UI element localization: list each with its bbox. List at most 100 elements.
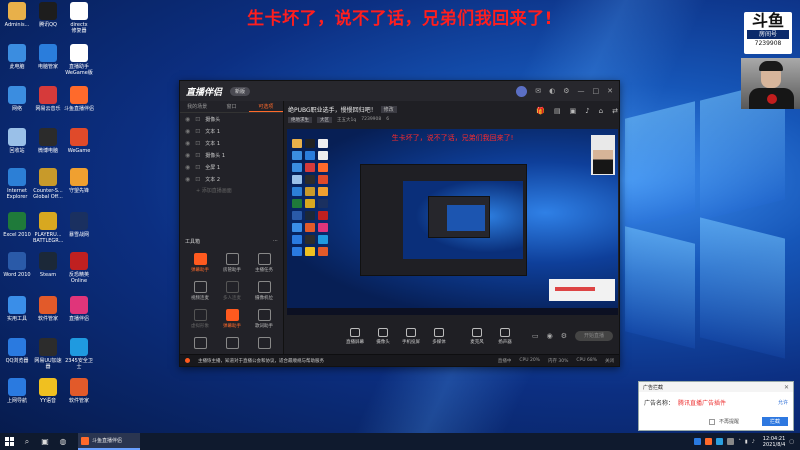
source-item[interactable]: ◉ ⊡ 文本 1: [180, 137, 283, 149]
gift-icon[interactable]: 🎁: [536, 107, 545, 115]
room-meta-item[interactable]: 绝地求生: [288, 117, 312, 123]
desktop-icon[interactable]: 守望先锋: [64, 168, 94, 194]
source-item[interactable]: ◉ ⊡ 文本 2: [180, 173, 283, 185]
tab-window[interactable]: 窗口: [214, 101, 248, 112]
network-icon[interactable]: ▮: [745, 439, 748, 445]
desktop-icon[interactable]: 上网导航: [2, 378, 32, 404]
lock-icon[interactable]: ⊡: [195, 152, 200, 159]
desktop-icon[interactable]: PLAYERU... BATTLEGR...: [33, 212, 63, 244]
media-button[interactable]: 多媒体: [425, 327, 453, 345]
volume-icon[interactable]: ♪: [585, 107, 589, 115]
toolbox-item[interactable]: 弹幕助手: [184, 253, 216, 273]
tray-app-icon[interactable]: [727, 438, 735, 445]
browser-icon[interactable]: ◍: [54, 433, 72, 450]
toolbox-item[interactable]: 弹幕助手: [216, 309, 248, 329]
message-icon[interactable]: ✉: [535, 87, 541, 95]
stream-preview[interactable]: 生卡坏了，说不了话，兄弟们我回来了!: [287, 129, 618, 315]
visibility-icon[interactable]: ◉: [185, 128, 190, 135]
toolbox-item[interactable]: 摄像机位: [248, 281, 280, 301]
record-icon[interactable]: ▣: [570, 107, 577, 115]
toolbox-item[interactable]: 虚拟形象: [184, 309, 216, 329]
desktop-icon[interactable]: QQ浏览器: [2, 338, 32, 364]
lock-icon[interactable]: ⊡: [195, 140, 200, 147]
maximize-icon[interactable]: □: [593, 87, 600, 95]
desktop-icon[interactable]: directx 修复器: [64, 2, 94, 34]
toolbox-item[interactable]: [184, 337, 216, 351]
desktop-icon[interactable]: 腾讯QQ: [33, 2, 63, 28]
desktop-icon[interactable]: 直播助手 WeGame版: [64, 44, 94, 76]
desktop-icon[interactable]: 电脑管家: [33, 44, 63, 70]
desktop-icon[interactable]: 软件管家: [33, 296, 63, 322]
share-icon[interactable]: ⇄: [612, 107, 618, 115]
screen-capture-button[interactable]: 直播屏幕: [341, 327, 369, 345]
skin-icon[interactable]: ◐: [549, 87, 555, 95]
search-icon[interactable]: ⌕: [18, 433, 36, 450]
desktop-icon[interactable]: 反恐精英 Online: [64, 252, 94, 284]
speaker-button[interactable]: 扬声器: [491, 327, 519, 345]
dont-remind-checkbox[interactable]: [709, 418, 715, 425]
desktop-icon[interactable]: YY语音: [33, 378, 63, 404]
source-item[interactable]: ◉ ⊡ 摄像头: [180, 113, 283, 125]
toolbox-item[interactable]: 视频连麦: [184, 281, 216, 301]
desktop-icon[interactable]: Adminis...: [2, 2, 32, 28]
desktop-icon[interactable]: Internet Explorer: [2, 168, 32, 200]
taskbar-clock[interactable]: 12:04:21 2021/8/4: [763, 436, 785, 448]
source-item[interactable]: ◉ ⊡ 全屏 1: [180, 161, 283, 173]
desktop-icon[interactable]: 斗鱼直播伴侣: [64, 86, 94, 112]
desktop-icon[interactable]: 2345安全卫 士: [64, 338, 94, 370]
tab-options[interactable]: 可选项: [248, 101, 283, 112]
eye-icon[interactable]: ◉: [547, 332, 553, 340]
task-view-icon[interactable]: ▣: [36, 433, 54, 450]
version-button[interactable]: 新版: [230, 86, 251, 96]
visibility-icon[interactable]: ◉: [185, 164, 190, 171]
toolbox-item[interactable]: 多人连麦: [216, 281, 248, 301]
room-meta-item[interactable]: 大区: [317, 117, 332, 123]
tray-shield-icon[interactable]: [694, 438, 702, 445]
start-button[interactable]: [0, 433, 18, 450]
desktop-icon[interactable]: 微博电脑: [33, 128, 63, 154]
desktop-icon[interactable]: 此电脑: [2, 44, 32, 70]
edit-title-button[interactable]: 修改: [380, 106, 397, 113]
lock-icon[interactable]: ⊡: [195, 164, 200, 171]
notification-icon[interactable]: ▢: [789, 439, 794, 445]
tray-douyu-icon[interactable]: [705, 438, 713, 445]
tray-chevron-icon[interactable]: ˄: [738, 439, 741, 445]
desktop-icon[interactable]: WeGame: [64, 128, 94, 154]
desktop-icon[interactable]: 回收站: [2, 128, 32, 154]
desktop-icon[interactable]: 暴雪战网: [64, 212, 94, 238]
toolbox-item[interactable]: 主播任务: [248, 253, 280, 273]
tab-my-scenes[interactable]: 我的场景: [180, 101, 214, 112]
toolbox-item[interactable]: 歌词助手: [248, 309, 280, 329]
gear-icon[interactable]: ⚙: [561, 332, 567, 340]
desktop-icon[interactable]: 网易UU加速 器: [33, 338, 63, 370]
taskbar-app-douyu[interactable]: 斗鱼直播伴侣: [78, 433, 140, 450]
record-video-icon[interactable]: ▭: [532, 332, 539, 340]
settings-icon[interactable]: ⚙: [563, 87, 569, 95]
source-item[interactable]: ◉ ⊡ 摄像头 1: [180, 149, 283, 161]
close-icon[interactable]: ✕: [607, 87, 613, 95]
desktop-icon[interactable]: Counter-S... Global Off...: [33, 168, 63, 200]
tray-qq-icon[interactable]: [716, 438, 724, 445]
microphone-button[interactable]: 麦克风: [463, 327, 491, 345]
visibility-icon[interactable]: ◉: [185, 140, 190, 147]
desktop-icon[interactable]: Excel 2010: [2, 212, 32, 238]
lock-icon[interactable]: ⌂: [599, 107, 603, 115]
close-icon[interactable]: ✕: [784, 384, 789, 391]
lock-icon[interactable]: ⊡: [195, 116, 200, 123]
block-button[interactable]: 拦截: [761, 417, 788, 426]
start-stream-button[interactable]: 开始直播: [575, 331, 613, 341]
toolbox-item[interactable]: 房管助手: [216, 253, 248, 273]
toolbox-item[interactable]: [248, 337, 280, 351]
user-avatar[interactable]: [516, 85, 528, 97]
minimize-icon[interactable]: —: [578, 87, 585, 95]
visibility-icon[interactable]: ◉: [185, 176, 190, 183]
desktop-icon[interactable]: 直播伴侣: [64, 296, 94, 322]
toolbox-item[interactable]: [216, 337, 248, 351]
desktop-icon[interactable]: 网易云音乐: [33, 86, 63, 112]
phone-cast-button[interactable]: 手机投屏: [397, 327, 425, 345]
source-item[interactable]: ◉ ⊡ 文本 1: [180, 125, 283, 137]
chart-icon[interactable]: ▤: [554, 107, 561, 115]
lock-icon[interactable]: ⊡: [195, 128, 200, 135]
camera-button[interactable]: 摄像头: [369, 327, 397, 345]
add-source-button[interactable]: + 添加直播画面: [180, 187, 283, 194]
